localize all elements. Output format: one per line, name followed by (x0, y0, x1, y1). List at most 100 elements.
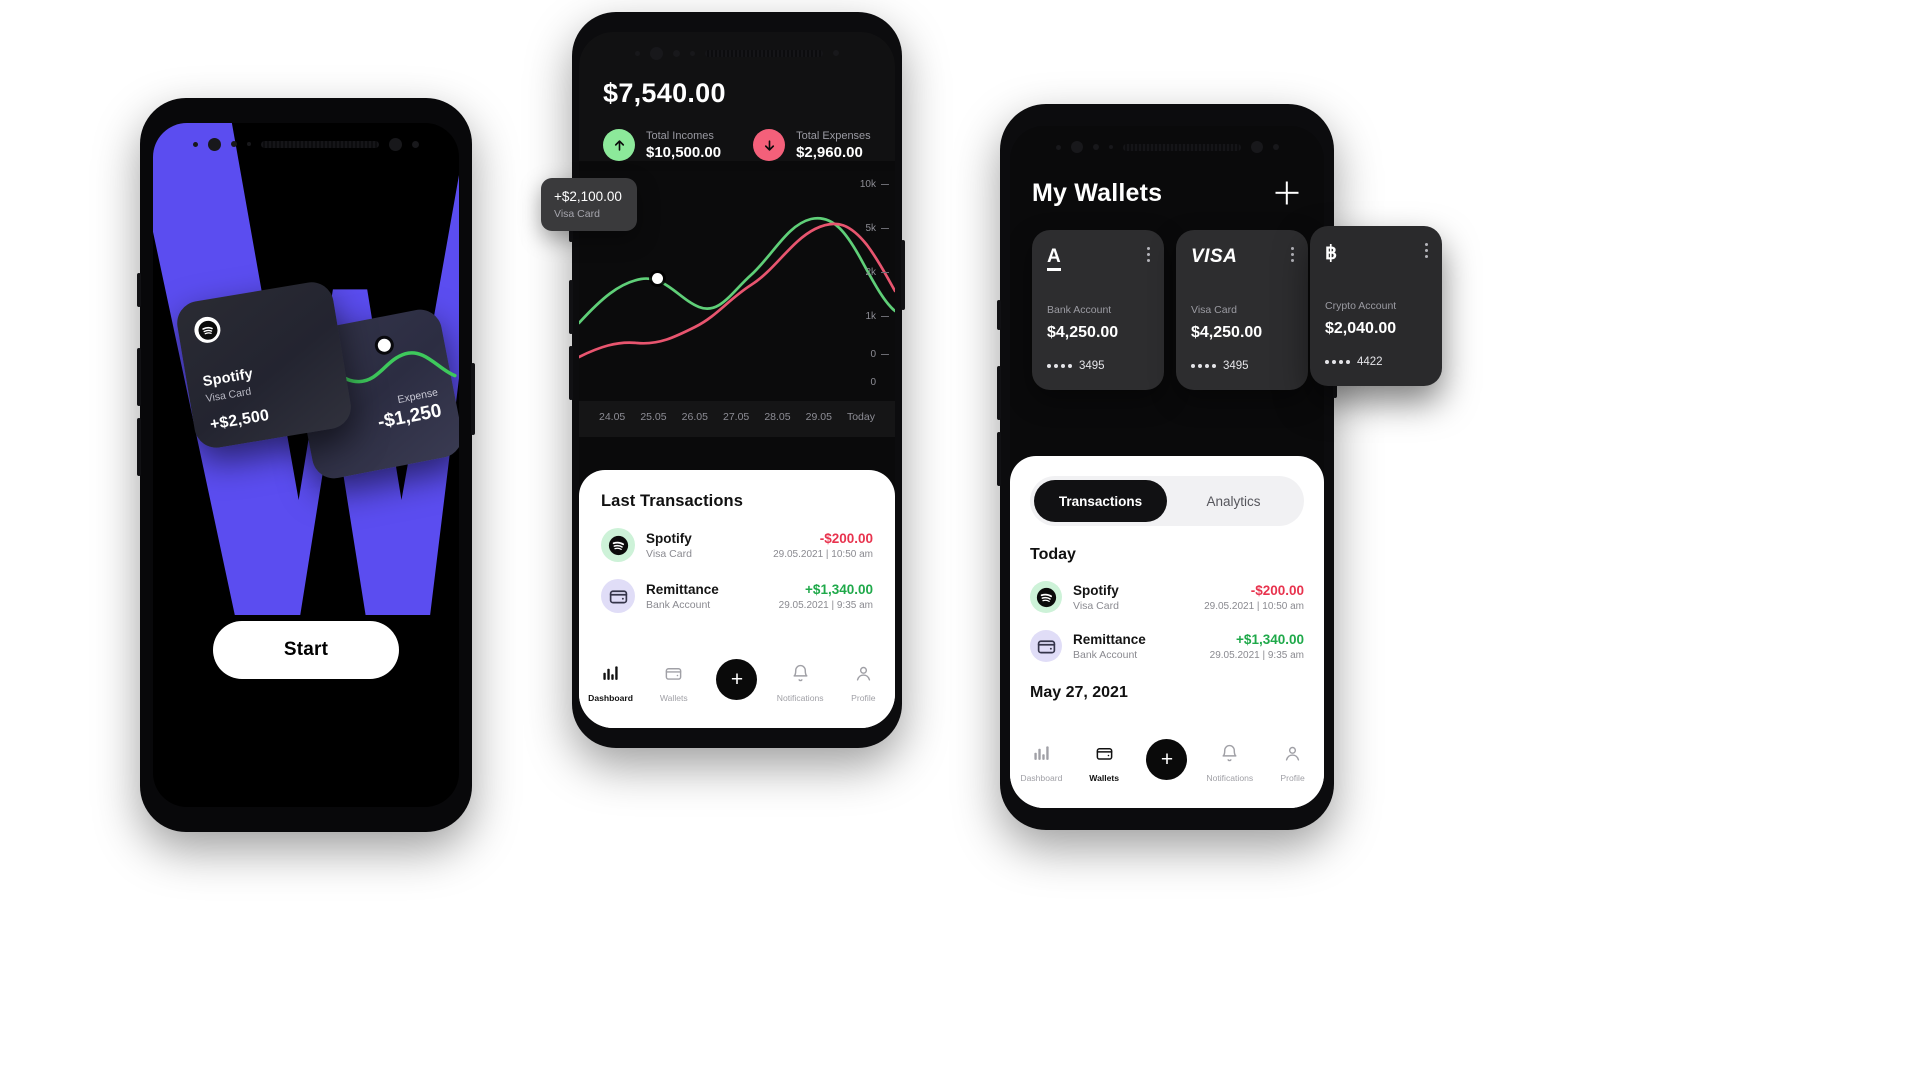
arrow-up-icon (603, 129, 635, 161)
x-tick-label: 25.05 (640, 411, 667, 423)
kpi-incomes-value: $10,500.00 (646, 143, 722, 161)
plus-fab-icon[interactable]: + (716, 659, 758, 700)
arrow-down-icon (753, 129, 786, 161)
transaction-sub: Visa Card (1073, 599, 1119, 612)
wallet-menu-icon[interactable] (1291, 247, 1294, 262)
nav-wallets-label: Wallets (1089, 773, 1120, 783)
onboarding-screen: Expense -$1,250 Spotify Visa Card +$2,50… (153, 123, 459, 807)
total-balance: $7,540.00 (603, 78, 726, 108)
kpi-expenses-value: $2,960.00 (796, 143, 863, 161)
table-row[interactable]: Remittance Bank Account +$1,340.00 29.05… (1030, 630, 1304, 662)
tab-transactions[interactable]: Transactions (1034, 480, 1167, 522)
transaction-sub: Bank Account (646, 598, 711, 611)
y-tick-label: 2k (865, 267, 876, 278)
phone-dashboard: $7,540.00 Total Incomes $10,500.00 Total… (569, 12, 905, 748)
wallet-type: Visa Card (1191, 304, 1237, 316)
tab-analytics[interactable]: Analytics (1167, 480, 1300, 522)
kpi-total-incomes: Total Incomes $10,500.00 (603, 129, 721, 161)
x-tick-label: 27.05 (722, 411, 750, 423)
wallet-card-bank[interactable]: A Bank Account $4,250.00 3495 (1032, 230, 1164, 390)
bell-icon (1220, 744, 1239, 768)
nav-dashboard[interactable]: Dashboard (1013, 744, 1069, 783)
wallet-number: 3495 (1047, 360, 1105, 372)
nav-wallets[interactable]: Wallets (1076, 744, 1132, 783)
wallet-type: Crypto Account (1325, 300, 1397, 312)
x-tick-label: Today (846, 411, 875, 423)
wallet-icon (1095, 744, 1114, 768)
phone-onboarding: Expense -$1,250 Spotify Visa Card +$2,50… (137, 98, 475, 832)
wallet-last4: 3495 (1079, 360, 1105, 372)
wallet-menu-icon[interactable] (1147, 247, 1150, 262)
transaction-date: 29.05.2021 | 10:50 am (1204, 600, 1304, 612)
nav-notifications-label: Notifications (1206, 773, 1254, 783)
transaction-sub: Bank Account (1073, 648, 1138, 661)
kpi-expenses-label: Total Expenses (796, 129, 871, 142)
nav-notifications[interactable]: Notifications (1202, 744, 1258, 783)
spotify-icon (1030, 581, 1062, 613)
nav-profile[interactable]: Profile (835, 664, 891, 703)
wallet-icon (664, 664, 683, 688)
table-row[interactable]: Spotify Visa Card -$200.00 29.05.2021 | … (601, 528, 873, 562)
spotify-card[interactable]: Spotify Visa Card +$2,500 (173, 278, 355, 452)
nav-profile-label: Profile (1280, 773, 1305, 783)
transaction-date: 29.05.2021 | 9:35 am (778, 599, 873, 611)
wallet-menu-icon[interactable] (1425, 243, 1428, 258)
nav-add[interactable]: + (1139, 739, 1195, 780)
date-section-header: May 27, 2021 (1030, 684, 1128, 701)
masked-digits-icon (1191, 364, 1216, 368)
start-button[interactable]: Start (213, 621, 399, 679)
phone3-notch (1010, 126, 1324, 168)
bitcoin-logo: ฿ (1325, 243, 1338, 264)
nav-wallets[interactable]: Wallets (646, 664, 702, 703)
wallet-card-crypto[interactable]: ฿ Crypto Account $2,040.00 4422 (1310, 226, 1442, 386)
bar-chart-icon (601, 664, 620, 688)
transaction-date: 29.05.2021 | 9:35 am (1209, 649, 1304, 661)
phone-wallets: My Wallets A Bank Account $4,250.00 3495… (997, 104, 1337, 830)
nav-add[interactable]: + (709, 659, 765, 700)
chart-active-dot[interactable] (652, 273, 663, 284)
nav-profile[interactable]: Profile (1265, 744, 1321, 783)
nav-dashboard-label: Dashboard (588, 693, 634, 703)
nav-notifications[interactable]: Notifications (772, 664, 828, 703)
transaction-name: Remittance (646, 581, 719, 597)
wallet-card-visa[interactable]: VISA Visa Card $4,250.00 3495 (1176, 230, 1308, 390)
kpi-row: Total Incomes $10,500.00 Total Expenses (603, 129, 871, 161)
y-tick-label: 0 (870, 349, 876, 360)
transaction-name: Remittance (1073, 631, 1146, 647)
chart-y-axis: 10k 5k 2k 1k 0 0 (843, 179, 889, 388)
phone1-notch (153, 123, 459, 165)
y-tick-label: 1k (865, 311, 876, 322)
wallet-balance: $4,250.00 (1191, 324, 1263, 341)
tooltip-sub: Visa Card (554, 208, 600, 220)
transaction-sub: Visa Card (646, 547, 692, 560)
nav-wallets-label: Wallets (659, 693, 688, 703)
last-transactions-title: Last Transactions (601, 492, 743, 510)
add-wallet-button[interactable] (1272, 178, 1302, 208)
transaction-amount: +$1,340.00 (1236, 631, 1304, 647)
transaction-amount: -$200.00 (1250, 582, 1304, 598)
today-section-label: Today (1030, 546, 1076, 563)
kpi-total-expenses: Total Expenses $2,960.00 (753, 129, 871, 161)
plus-fab-icon[interactable]: + (1146, 739, 1188, 780)
wallet-number: 3495 (1191, 360, 1249, 372)
table-row[interactable]: Remittance Bank Account +$1,340.00 29.05… (601, 579, 873, 613)
transaction-date: 29.05.2021 | 10:50 am (773, 548, 873, 560)
spotify-icon (192, 314, 223, 345)
x-tick-label: 28.05 (764, 411, 791, 423)
masked-digits-icon (1047, 364, 1072, 368)
table-row[interactable]: Spotify Visa Card -$200.00 29.05.2021 | … (1030, 581, 1304, 613)
wallet-balance: $2,040.00 (1325, 320, 1397, 337)
person-icon (854, 664, 873, 688)
x-tick-label: 26.05 (681, 411, 708, 423)
x-tick-label: 29.05 (805, 411, 832, 423)
x-tick-label: 24.05 (599, 411, 626, 423)
nav-dashboard[interactable]: Dashboard (583, 664, 639, 703)
wallet-number: 4422 (1325, 356, 1383, 368)
dashboard-screen: $7,540.00 Total Incomes $10,500.00 Total… (579, 32, 895, 728)
bell-icon (791, 664, 810, 688)
chart-x-axis: 24.05 25.05 26.05 27.05 28.05 29.05 Toda… (579, 401, 895, 437)
page-title: My Wallets (1032, 178, 1163, 207)
nav-profile-label: Profile (851, 693, 876, 703)
masked-digits-icon (1325, 360, 1350, 364)
transaction-name: Spotify (1073, 582, 1119, 598)
